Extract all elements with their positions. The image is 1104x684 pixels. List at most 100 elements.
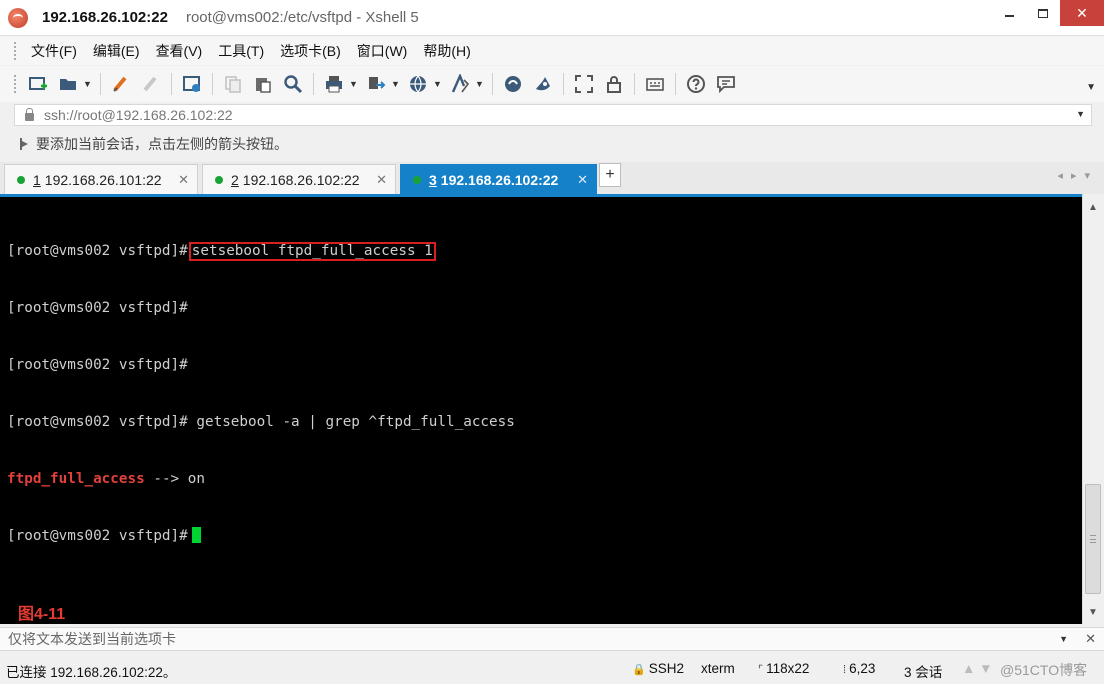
- tab-session-1[interactable]: 1 192.168.26.101:22 ✕: [4, 164, 198, 194]
- terminal-type: xterm: [701, 661, 735, 676]
- tab-number: 2: [231, 171, 239, 188]
- lock-icon: [607, 76, 621, 93]
- keyboard-button[interactable]: [642, 71, 668, 97]
- script-button[interactable]: [530, 71, 556, 97]
- menu-tab[interactable]: 选项卡(B): [272, 41, 349, 61]
- shell-prompt: [root@vms002 vsftpd]#: [7, 300, 188, 316]
- tab-navigation[interactable]: ◂▸▾: [1057, 169, 1098, 182]
- menu-help[interactable]: 帮助(H): [415, 41, 478, 61]
- tab-list-dropdown-icon[interactable]: ▾: [1084, 170, 1098, 182]
- close-tab-icon[interactable]: ✕: [376, 172, 387, 188]
- font-button[interactable]: [447, 71, 473, 97]
- arrow-up-icon[interactable]: ▲: [962, 661, 975, 676]
- reconnect-icon: [113, 76, 127, 92]
- address-bar[interactable]: ssh://root@192.168.26.102:22 ▼: [14, 104, 1092, 126]
- tab-prev-icon[interactable]: ◂: [1057, 170, 1071, 182]
- position-icon: ⁞: [843, 664, 847, 676]
- close-window-button[interactable]: ✕: [1060, 0, 1104, 26]
- watermark: @51CTO博客: [1000, 662, 1088, 678]
- copy-icon: [225, 76, 241, 93]
- find-button[interactable]: [280, 71, 306, 97]
- scroll-up-icon[interactable]: ▲: [1088, 202, 1098, 213]
- help-button[interactable]: [683, 71, 709, 97]
- transfer-dropdown-icon[interactable]: ▼: [391, 79, 400, 89]
- menu-window[interactable]: 窗口(W): [349, 41, 416, 61]
- print-dropdown-icon[interactable]: ▼: [349, 79, 358, 89]
- toolbar-separator: [313, 73, 314, 95]
- menu-file[interactable]: 文件(F): [23, 41, 85, 61]
- toolbar-overflow-icon[interactable]: ▼: [1086, 82, 1096, 93]
- menu-tools[interactable]: 工具(T): [210, 41, 272, 61]
- scroll-down-icon[interactable]: ▼: [1088, 607, 1098, 618]
- compose-input[interactable]: 仅将文本发送到当前选项卡: [8, 629, 176, 649]
- toolbar-separator: [171, 73, 172, 95]
- menu-grip[interactable]: [14, 42, 17, 60]
- globe-dropdown-icon[interactable]: ▼: [433, 79, 442, 89]
- fullscreen-icon: [575, 75, 593, 93]
- connected-status-icon: [17, 175, 25, 184]
- print-button[interactable]: [321, 71, 347, 97]
- session-hint-bar: 要添加当前会话，点击左侧的箭头按钮。: [14, 131, 1092, 157]
- tab-next-icon[interactable]: ▸: [1071, 170, 1085, 182]
- compose-dropdown-icon[interactable]: ▼: [1059, 634, 1068, 644]
- toolbar-separator: [675, 73, 676, 95]
- xftp-button[interactable]: [500, 71, 526, 97]
- address-dropdown-icon[interactable]: ▼: [1076, 109, 1085, 119]
- address-input[interactable]: ssh://root@192.168.26.102:22: [44, 107, 233, 123]
- font-dropdown-icon[interactable]: ▼: [475, 79, 484, 89]
- disconnect-button[interactable]: [138, 71, 164, 97]
- minimize-button[interactable]: [992, 0, 1026, 26]
- minimize-icon: [1004, 15, 1014, 17]
- terminal-line: ftpd_full_access --> on: [7, 470, 515, 489]
- tab-bar: 1 192.168.26.101:22 ✕ 2 192.168.26.102:2…: [0, 162, 1104, 194]
- window-controls: ✕: [992, 0, 1104, 30]
- paste-button[interactable]: [250, 71, 276, 97]
- copy-button[interactable]: [220, 71, 246, 97]
- printer-icon: [326, 76, 342, 93]
- window-title-host: 192.168.26.102:22: [42, 9, 168, 26]
- transfer-button[interactable]: [363, 71, 389, 97]
- lock-icon: [25, 107, 34, 121]
- disconnect-icon: [143, 76, 157, 92]
- toolbar-separator: [100, 73, 101, 95]
- cursor-position: ⁞ 6,23: [843, 661, 875, 676]
- close-tab-icon[interactable]: ✕: [577, 172, 588, 188]
- close-compose-icon[interactable]: ✕: [1085, 631, 1096, 647]
- tab-label: 192.168.26.102:22: [242, 171, 360, 188]
- reconnect-button[interactable]: [108, 71, 134, 97]
- tab-session-3[interactable]: 3 192.168.26.102:22 ✕: [400, 164, 597, 194]
- toolbar-separator: [563, 73, 564, 95]
- protocol-label: SSH2: [648, 661, 684, 676]
- scrollbar-thumb[interactable]: [1085, 484, 1101, 594]
- new-session-button[interactable]: [25, 71, 51, 97]
- terminal-view[interactable]: [root@vms002 vsftpd]# setsebool ftpd_full…: [0, 194, 1082, 624]
- terminal-scrollbar[interactable]: ▲ ▼: [1082, 194, 1104, 624]
- maximize-button[interactable]: [1026, 0, 1060, 26]
- tab-session-2[interactable]: 2 192.168.26.102:22 ✕: [202, 164, 396, 194]
- font-icon: [451, 74, 470, 93]
- arrow-down-icon[interactable]: ▼: [979, 661, 992, 676]
- globe-button[interactable]: [405, 71, 431, 97]
- chat-button[interactable]: [713, 71, 739, 97]
- terminal-size-label: 118x22: [766, 661, 810, 676]
- add-tab-button[interactable]: +: [599, 163, 621, 187]
- scroll-arrows[interactable]: ▲ ▼: [962, 661, 993, 676]
- open-dropdown-icon[interactable]: ▼: [83, 79, 92, 89]
- close-tab-icon[interactable]: ✕: [178, 172, 189, 188]
- paste-icon: [256, 78, 271, 93]
- fullscreen-button[interactable]: [571, 71, 597, 97]
- search-icon: [284, 75, 303, 94]
- script-icon: [536, 77, 550, 91]
- window-title: root@vms002:/etc/vsftpd - Xshell 5: [185, 9, 419, 26]
- lock-button[interactable]: [601, 71, 627, 97]
- menu-view[interactable]: 查看(V): [148, 41, 211, 61]
- properties-button[interactable]: [179, 71, 205, 97]
- arrow-flag-icon[interactable]: [18, 137, 30, 151]
- status-bar: 已连接 192.168.26.102:22。 🔒 SSH2 xterm ⌜ 118x…: [0, 653, 1104, 684]
- lock-icon: 🔒: [632, 664, 646, 676]
- menu-edit[interactable]: 编辑(E): [85, 41, 148, 61]
- open-folder-button[interactable]: [55, 71, 81, 97]
- toolbar-separator: [634, 73, 635, 95]
- toolbar-grip[interactable]: [14, 75, 17, 93]
- compose-bar[interactable]: 仅将文本发送到当前选项卡 ▼ ✕: [0, 627, 1104, 651]
